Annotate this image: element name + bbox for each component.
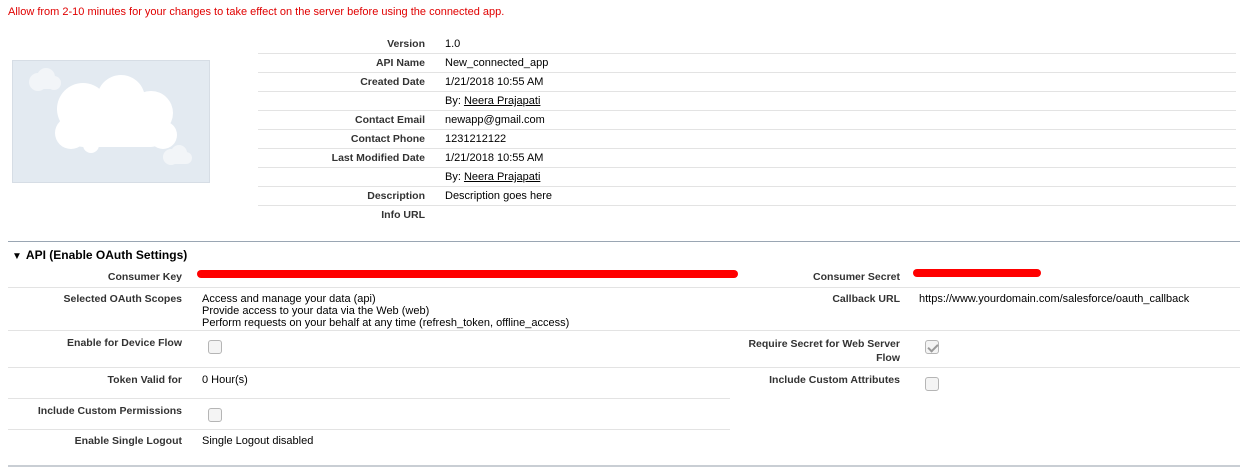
- row-divider: [8, 330, 1240, 331]
- cloud-logo-icon: [29, 68, 192, 165]
- detail-row-version: Version 1.0: [258, 34, 1236, 54]
- detail-value: 1231212122: [445, 133, 507, 145]
- detail-value: New_connected_app: [445, 57, 549, 69]
- device-flow-label: Enable for Device Flow: [67, 337, 182, 349]
- detail-row-description: Description Description goes here: [258, 186, 1236, 206]
- detail-row-contact-phone: Contact Phone 1231212122: [258, 129, 1236, 149]
- consumer-key-redacted: [197, 270, 738, 278]
- single-logout-value: Single Logout disabled: [202, 435, 314, 447]
- token-valid-label: Token Valid for: [107, 374, 182, 386]
- detail-label: Contact Email: [354, 114, 425, 126]
- detail-value: 1/21/2018 10:55 AM: [445, 76, 544, 88]
- require-secret-checkbox[interactable]: [925, 340, 939, 354]
- modified-by: By: Neera Prajapati: [445, 171, 540, 183]
- row-divider: [8, 287, 1240, 288]
- created-by: By: Neera Prajapati: [445, 95, 540, 107]
- scopes-label: Selected OAuth Scopes: [63, 293, 182, 305]
- detail-label: Description: [367, 190, 425, 202]
- token-valid-value: 0 Hour(s): [202, 374, 248, 386]
- detail-row-last-modified: Last Modified Date 1/21/2018 10:55 AM: [258, 148, 1236, 168]
- custom-permissions-label: Include Custom Permissions: [37, 405, 182, 417]
- section-bottom-border: [8, 465, 1240, 467]
- row-divider: [8, 367, 1240, 368]
- detail-value: 1.0: [445, 38, 461, 50]
- detail-label: Created Date: [360, 76, 425, 88]
- consumer-key-label: Consumer Key: [107, 271, 182, 283]
- detail-row-info-url: Info URL: [258, 205, 1236, 224]
- detail-row-api-name: API Name New_connected_app: [258, 53, 1236, 73]
- detail-row-modified-by: By: Neera Prajapati: [258, 167, 1236, 187]
- consumer-secret-label: Consumer Secret: [813, 271, 900, 283]
- custom-attributes-checkbox[interactable]: [925, 377, 939, 391]
- detail-value: newapp@gmail.com: [445, 114, 545, 126]
- collapse-triangle-icon[interactable]: ▼: [12, 251, 22, 262]
- custom-permissions-checkbox[interactable]: [208, 408, 222, 422]
- detail-value: Description goes here: [445, 190, 553, 202]
- scope-item: Access and manage your data (api): [202, 293, 376, 305]
- detail-label: Last Modified Date: [331, 152, 425, 164]
- detail-label: API Name: [375, 57, 425, 69]
- callback-url-value: https://www.yourdomain.com/salesforce/oa…: [919, 293, 1190, 305]
- notice-message: Allow from 2-10 minutes for your changes…: [8, 6, 505, 18]
- section-header-oauth[interactable]: ▼ API (Enable OAuth Settings): [12, 248, 187, 262]
- section-divider: [8, 241, 1240, 242]
- scope-item: Provide access to your data via the Web …: [202, 305, 430, 317]
- detail-label: Version: [387, 38, 425, 50]
- by-prefix: By:: [445, 171, 464, 183]
- row-divider: [8, 429, 730, 430]
- row-divider: [8, 398, 730, 399]
- require-secret-label-line2: Flow: [876, 352, 900, 364]
- callback-url-label: Callback URL: [832, 293, 900, 305]
- modified-by-link[interactable]: Neera Prajapati: [464, 171, 540, 183]
- detail-label: Info URL: [381, 209, 425, 221]
- consumer-secret-redacted: [913, 269, 1041, 277]
- single-logout-label: Enable Single Logout: [74, 435, 182, 447]
- detail-label: Contact Phone: [350, 133, 425, 145]
- detail-row-contact-email: Contact Email newapp@gmail.com: [258, 110, 1236, 130]
- scope-item: Perform requests on your behalf at any t…: [202, 317, 570, 329]
- detail-value: 1/21/2018 10:55 AM: [445, 152, 544, 164]
- custom-attributes-label: Include Custom Attributes: [769, 374, 900, 386]
- by-prefix: By:: [445, 95, 464, 107]
- require-secret-label-line1: Require Secret for Web Server: [748, 338, 900, 350]
- section-title: API (Enable OAuth Settings): [25, 248, 188, 262]
- detail-row-created-date: Created Date 1/21/2018 10:55 AM: [258, 72, 1236, 92]
- detail-row-created-by: By: Neera Prajapati: [258, 91, 1236, 111]
- device-flow-checkbox[interactable]: [208, 340, 222, 354]
- require-secret-label: Require Secret for Web Server Flow: [748, 337, 900, 365]
- created-by-link[interactable]: Neera Prajapati: [464, 95, 540, 107]
- app-logo: [12, 60, 210, 183]
